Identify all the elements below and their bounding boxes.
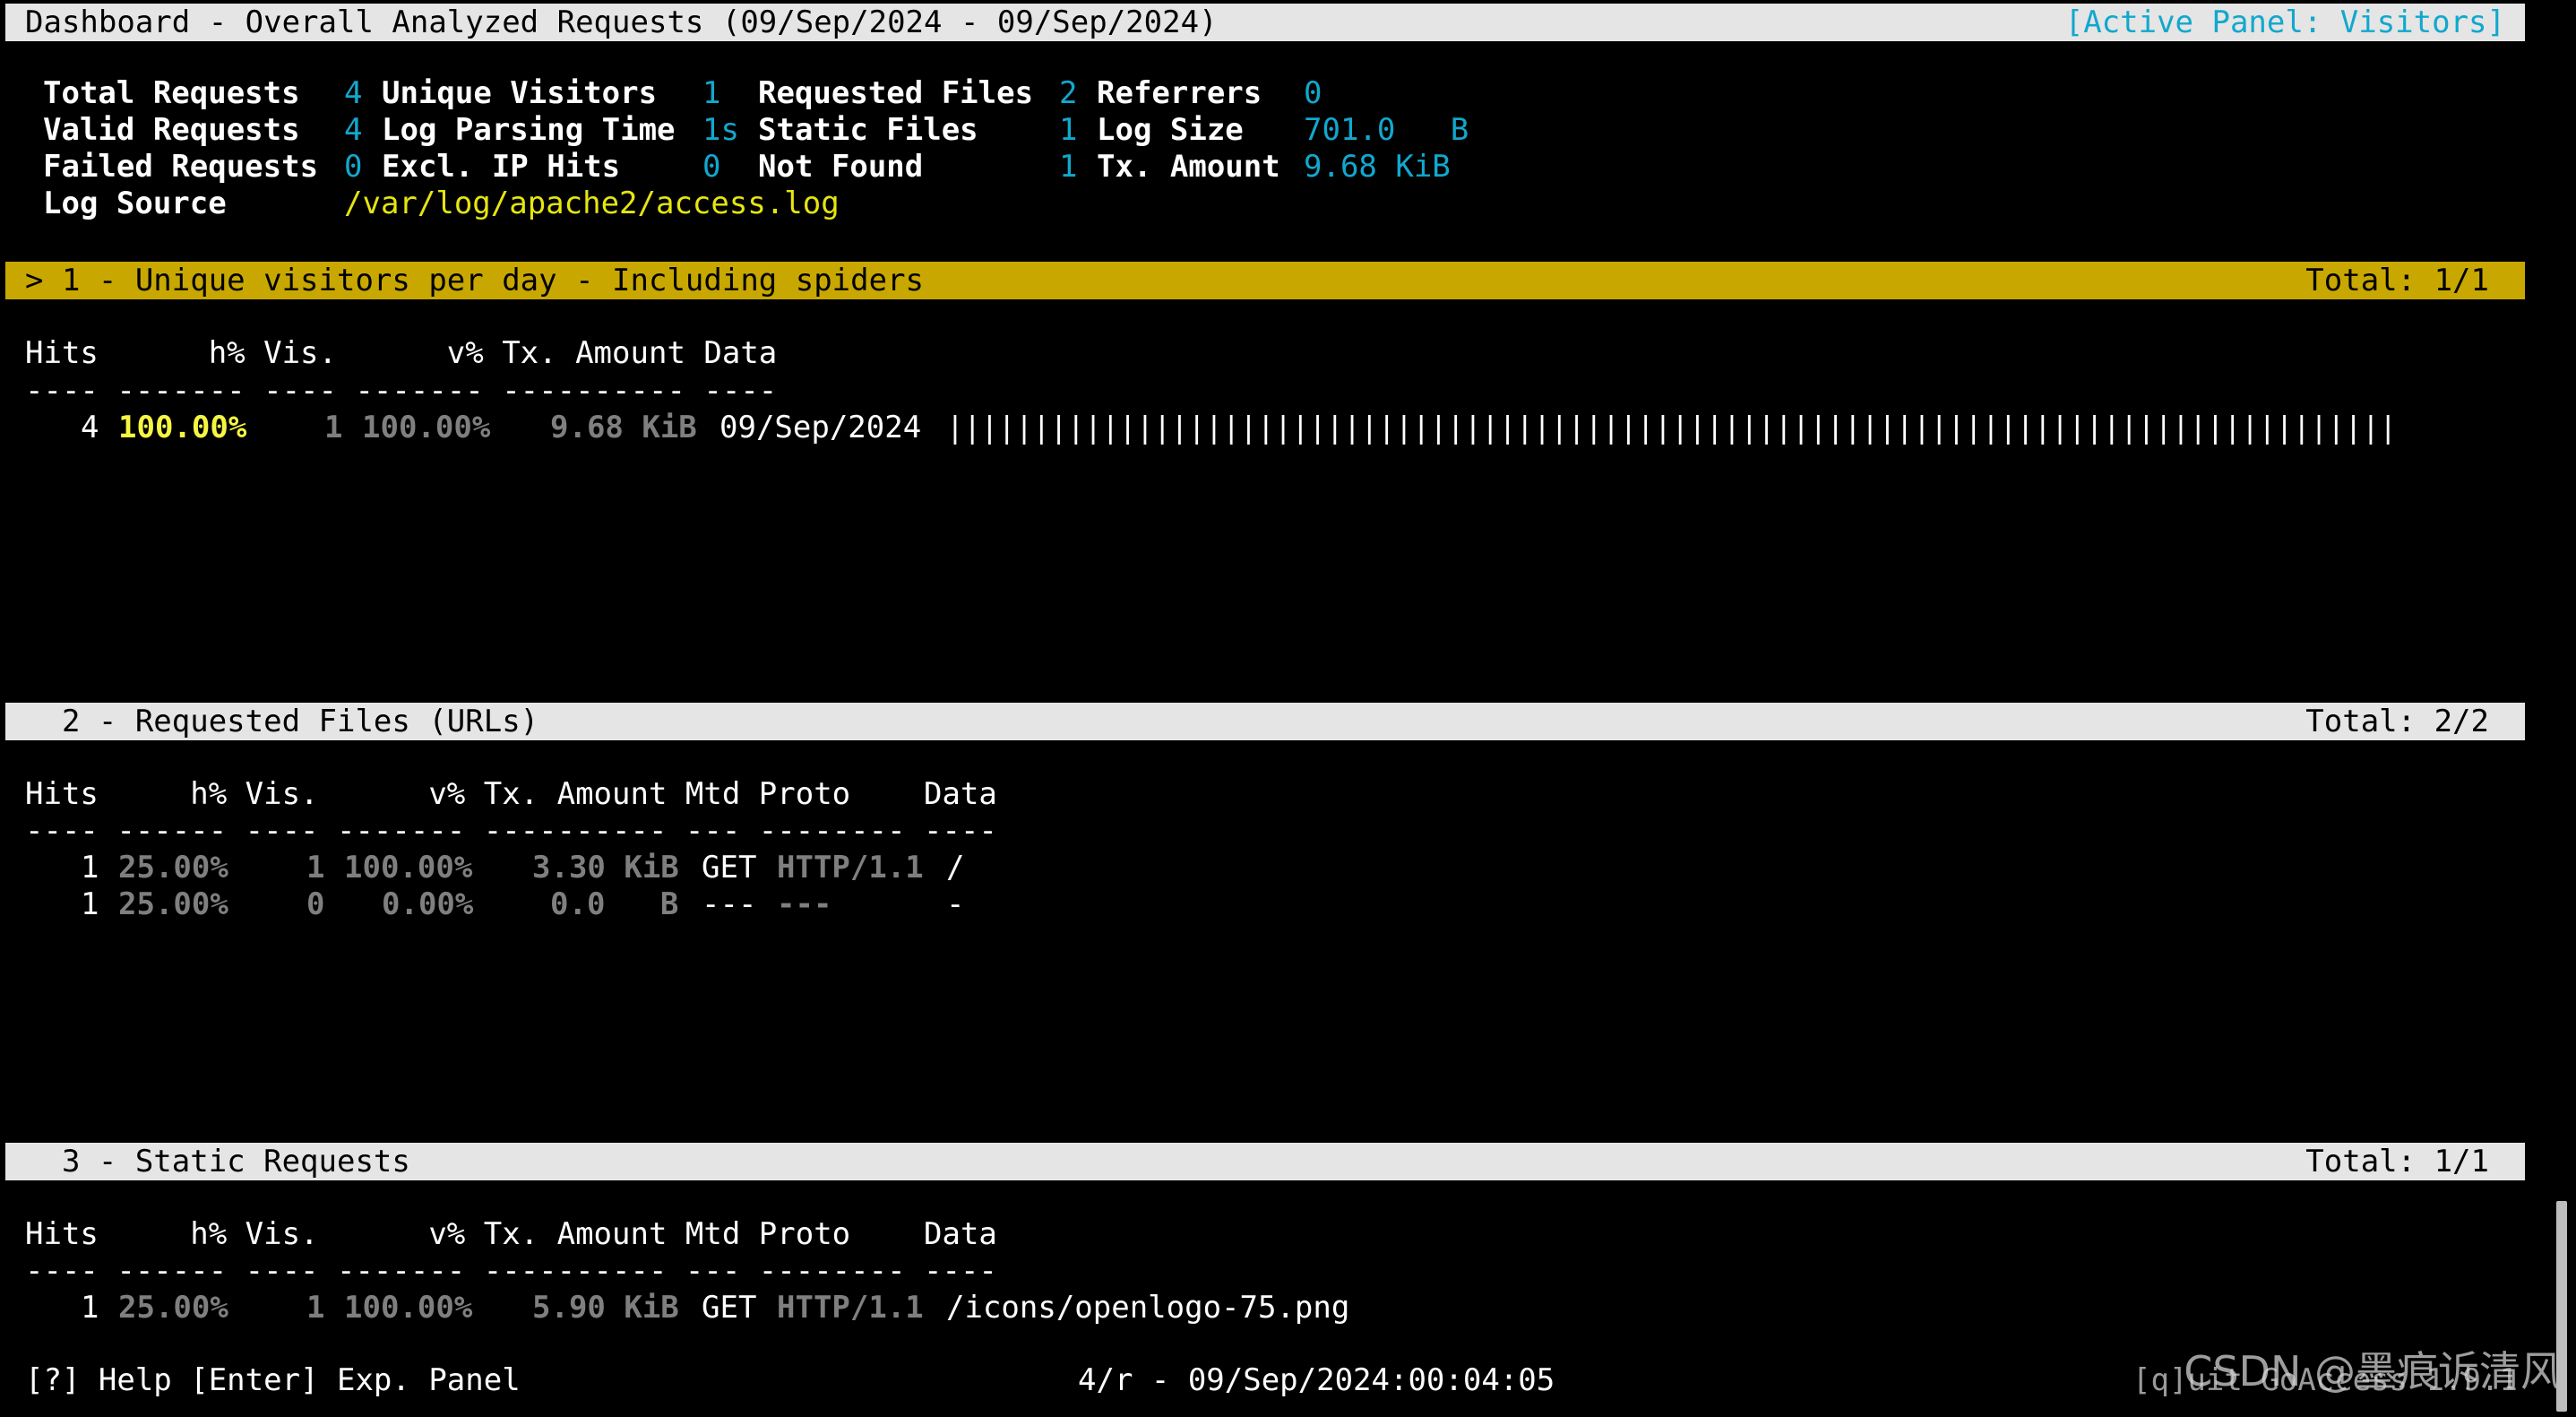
row-hits: 1 [81,1290,99,1326]
tx-amount-label: Tx. Amount [1097,149,1280,185]
row-visitors-percent: 0.00% [382,886,474,922]
row-visitors-percent: 100.00% [362,410,491,445]
row-data: - [946,886,965,922]
log-source-label: Log Source [43,186,227,221]
row-hits-percent: 25.00% [118,1290,228,1326]
valid-requests-value: 4 [344,112,363,148]
footer-status: 4/r - 09/Sep/2024:00:04:05 [1078,1362,1555,1398]
panel-static-requests-divider: ---- ------ ---- ------- ---------- --- … [25,1253,997,1289]
row-protocol: HTTP/1.1 [777,1290,924,1326]
referrers-label: Referrers [1097,75,1262,111]
tx-amount-value: 9.68 KiB [1304,149,1451,185]
unique-visitors-label: Unique Visitors [382,75,658,111]
referrers-value: 0 [1304,75,1322,111]
row-data: /icons/openlogo-75.png [946,1290,1350,1326]
valid-requests-label: Valid Requests [43,112,300,148]
row-tx-amount: 9.68 KiB [550,410,697,445]
row-visitors: 1 [306,1290,325,1326]
panel-visitors-column-header: Hits h% Vis. v% Tx. Amount Data [25,335,778,371]
excl-ip-hits-value: 0 [702,149,721,185]
panel-requested-files-header[interactable]: 2 - Requested Files (URLs) Total: 2/2 [5,703,2525,740]
static-files-value: 1 [1059,112,1078,148]
row-hits: 4 [81,410,99,445]
dashboard-header: Dashboard - Overall Analyzed Requests (0… [5,4,2525,41]
row-method: GET [702,1290,757,1326]
panel-static-requests-header[interactable]: 3 - Static Requests Total: 1/1 [5,1143,2525,1180]
failed-requests-value: 0 [344,149,363,185]
row-protocol: HTTP/1.1 [777,850,924,886]
footer-help: [?] Help [Enter] Exp. Panel [25,1362,521,1398]
log-parsing-time-label: Log Parsing Time [382,112,676,148]
panel-requested-files-title: 2 - Requested Files (URLs) [25,704,539,739]
panel-visitors-total: Total: 1/1 [2305,263,2489,298]
watermark-text: CSDN @墨痕诉清风 [2184,1347,2562,1395]
row-method: GET [702,850,757,886]
row-visitors: 1 [306,850,325,886]
not-found-label: Not Found [758,149,924,185]
requested-files-label: Requested Files [758,75,1034,111]
panel-static-requests-total: Total: 1/1 [2305,1144,2489,1179]
panel-requested-files-divider: ---- ------ ---- ------- ---------- --- … [25,813,997,849]
row-protocol: --- [777,886,832,922]
row-data: / [946,850,965,886]
excl-ip-hits-label: Excl. IP Hits [382,149,621,185]
log-parsing-time-value: 1s [702,112,739,148]
total-requests-value: 4 [344,75,363,111]
total-requests-label: Total Requests [43,75,300,111]
row-hits-percent: 25.00% [118,886,228,922]
row-hits: 1 [81,886,99,922]
row-hits: 1 [81,850,99,886]
row-hits-percent: 100.00% [118,410,247,445]
row-data: 09/Sep/2024 [719,410,922,445]
unique-visitors-value: 1 [702,75,721,111]
row-visitors-percent: 100.00% [344,1290,473,1326]
row-tx-amount: 3.30 KiB [532,850,679,886]
panel-static-requests-title: 3 - Static Requests [25,1144,410,1179]
active-panel-indicator: [Active Panel: Visitors] [2064,4,2505,40]
row-tx-amount: 5.90 KiB [532,1290,679,1326]
row-tx-amount: 0.0 B [550,886,679,922]
dashboard-title: Dashboard - Overall Analyzed Requests (0… [25,4,1218,40]
row-visitors: 1 [324,410,343,445]
scrollbar-thumb[interactable] [2556,1201,2567,1412]
row-method: --- [702,886,757,922]
log-size-label: Log Size [1097,112,1244,148]
panel-requested-files-total: Total: 2/2 [2305,704,2489,739]
static-files-label: Static Files [758,112,978,148]
log-source-value: /var/log/apache2/access.log [344,186,840,221]
panel-visitors-divider: ---- ------- ---- ------- ---------- ---… [25,373,778,409]
panel-visitors-title: > 1 - Unique visitors per day - Includin… [25,263,925,298]
log-size-value: 701.0 B [1304,112,1469,148]
requested-files-value: 2 [1059,75,1078,111]
row-visitors-percent: 100.00% [344,850,473,886]
row-hits-percent: 25.00% [118,850,228,886]
not-found-value: 1 [1059,149,1078,185]
panel-static-requests-column-header: Hits h% Vis. v% Tx. Amount Mtd Proto Dat… [25,1216,997,1252]
failed-requests-label: Failed Requests [43,149,319,185]
panel-visitors-header[interactable]: > 1 - Unique visitors per day - Includin… [5,262,2525,299]
panel-requested-files-column-header: Hits h% Vis. v% Tx. Amount Mtd Proto Dat… [25,776,997,812]
row-bar-graph: ||||||||||||||||||||||||||||||||||||||||… [946,410,2397,445]
row-visitors: 0 [306,886,325,922]
